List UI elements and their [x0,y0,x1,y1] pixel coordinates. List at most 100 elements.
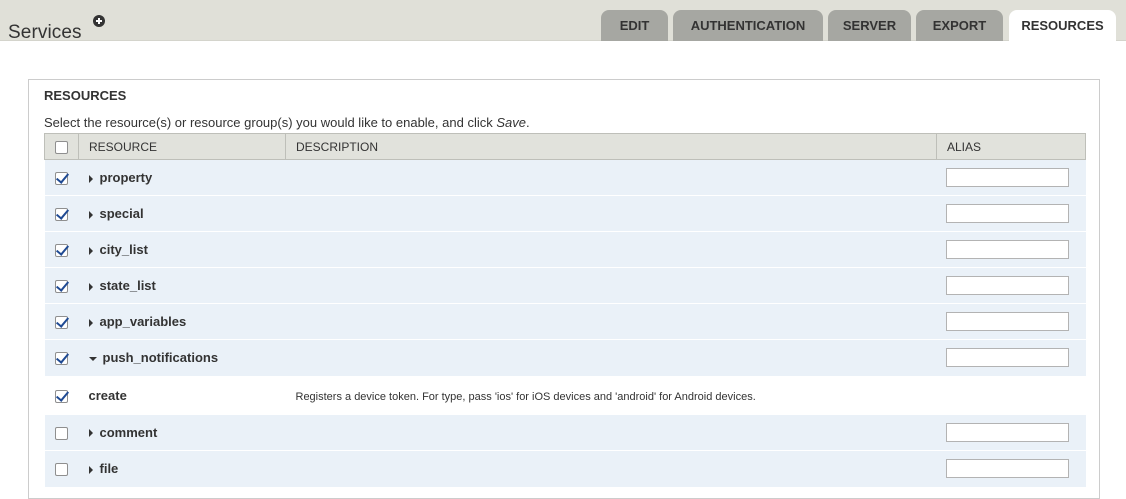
resource-name[interactable]: comment [100,425,158,440]
resource-name[interactable]: push_notifications [103,350,219,365]
add-shortcut-icon[interactable] [93,15,105,27]
method-name: create [88,387,127,403]
method-cell: create [78,375,286,415]
alias-input[interactable] [945,459,1069,479]
checkbox-cell [44,375,79,415]
select-all-cell [44,133,79,160]
tab-resources[interactable]: RESOURCES [1009,10,1116,42]
help-text-prefix: Select the resource(s) or resource group… [44,115,497,130]
tab-server[interactable]: SERVER [828,10,911,41]
resource-checkbox[interactable] [54,352,68,366]
resource-cell[interactable]: special [78,195,286,232]
table-row: special [44,195,1086,232]
checkbox-cell [44,303,79,340]
fieldset-legend: RESOURCES [44,88,127,103]
table-row-method: create Registers a device token. For typ… [44,375,1086,415]
resource-cell[interactable]: property [78,159,286,196]
alias-cell [936,303,1086,340]
checkbox-cell [44,159,79,196]
resource-checkbox[interactable] [54,244,68,258]
resource-checkbox[interactable] [54,463,68,477]
resource-name[interactable]: app_variables [100,314,187,329]
resource-name[interactable]: state_list [100,278,156,293]
page-title: Services [8,21,82,43]
collapsed-arrow-icon[interactable] [88,210,93,219]
resource-checkbox[interactable] [54,208,68,222]
checkbox-cell [44,231,79,268]
alias-cell [936,450,1086,487]
checkbox-cell [44,339,79,376]
resources-table: RESOURCE DESCRIPTION ALIAS property spec… [44,133,1086,487]
resource-name[interactable]: special [100,206,144,221]
resource-name[interactable]: property [100,170,153,185]
resource-cell[interactable]: state_list [78,267,286,304]
help-text-save: Save [496,115,526,130]
collapsed-arrow-icon[interactable] [88,465,93,474]
table-row: comment [44,414,1086,451]
table-row: app_variables [44,303,1086,340]
expanded-arrow-icon[interactable] [88,356,97,361]
resource-header[interactable]: RESOURCE [78,133,286,160]
resource-checkbox[interactable] [54,280,68,294]
tab-edit[interactable]: EDIT [601,10,668,41]
description-cell [285,339,937,376]
help-text: Select the resource(s) or resource group… [44,115,530,130]
collapsed-arrow-icon[interactable] [88,282,93,291]
alias-input[interactable] [945,312,1069,331]
top-bar: Services EDIT AUTHENTICATION SERVER EXPO… [0,0,1126,43]
alias-input[interactable] [945,422,1069,442]
resource-name[interactable]: file [100,461,119,476]
alias-input[interactable] [945,168,1069,187]
collapsed-arrow-icon[interactable] [88,318,93,327]
collapsed-arrow-icon[interactable] [88,246,93,255]
description-cell [285,450,937,487]
alias-cell [936,414,1086,451]
alias-cell [936,195,1086,232]
alias-header: ALIAS [936,133,1086,160]
tab-authentication[interactable]: AUTHENTICATION [673,10,823,41]
description-cell [285,414,937,451]
tab-export[interactable]: EXPORT [916,10,1003,41]
description-cell [285,231,937,268]
description-cell: Registers a device token. For type, pass… [285,375,937,415]
alias-cell [936,339,1086,376]
resource-checkbox[interactable] [54,426,68,440]
collapsed-arrow-icon[interactable] [88,429,93,438]
method-description: Registers a device token. For type, pass… [295,390,756,403]
alias-input[interactable] [945,276,1069,295]
resource-cell[interactable]: city_list [78,231,286,268]
alias-input[interactable] [945,240,1069,259]
method-checkbox[interactable] [54,389,68,403]
resource-cell[interactable]: app_variables [78,303,286,340]
alias-cell [936,159,1086,196]
resource-cell[interactable]: file [78,450,286,487]
checkbox-cell [44,414,79,451]
checkbox-cell [44,450,79,487]
checkbox-cell [44,195,79,232]
alias-cell [936,267,1086,304]
resource-name[interactable]: city_list [100,242,148,257]
resource-checkbox[interactable] [54,172,68,186]
alias-cell [936,231,1086,268]
resource-checkbox[interactable] [54,316,68,330]
description-header: DESCRIPTION [285,133,937,160]
table-row: property [44,159,1086,196]
description-cell [285,195,937,232]
table-row: file [44,450,1086,487]
help-text-suffix: . [525,115,530,130]
table-header-row: RESOURCE DESCRIPTION ALIAS [44,133,1086,160]
resource-cell[interactable]: comment [78,414,286,451]
collapsed-arrow-icon[interactable] [88,174,93,183]
alias-input[interactable] [945,348,1069,368]
table-row: push_notifications [44,339,1086,376]
description-cell [285,303,937,340]
alias-cell [936,375,1086,415]
table-row: state_list [44,267,1086,304]
select-all-checkbox[interactable] [55,140,68,154]
description-cell [285,267,937,304]
alias-input[interactable] [945,204,1069,223]
checkbox-cell [44,267,79,304]
description-cell [285,159,937,196]
table-row: city_list [44,231,1086,268]
resource-cell[interactable]: push_notifications [78,339,286,376]
